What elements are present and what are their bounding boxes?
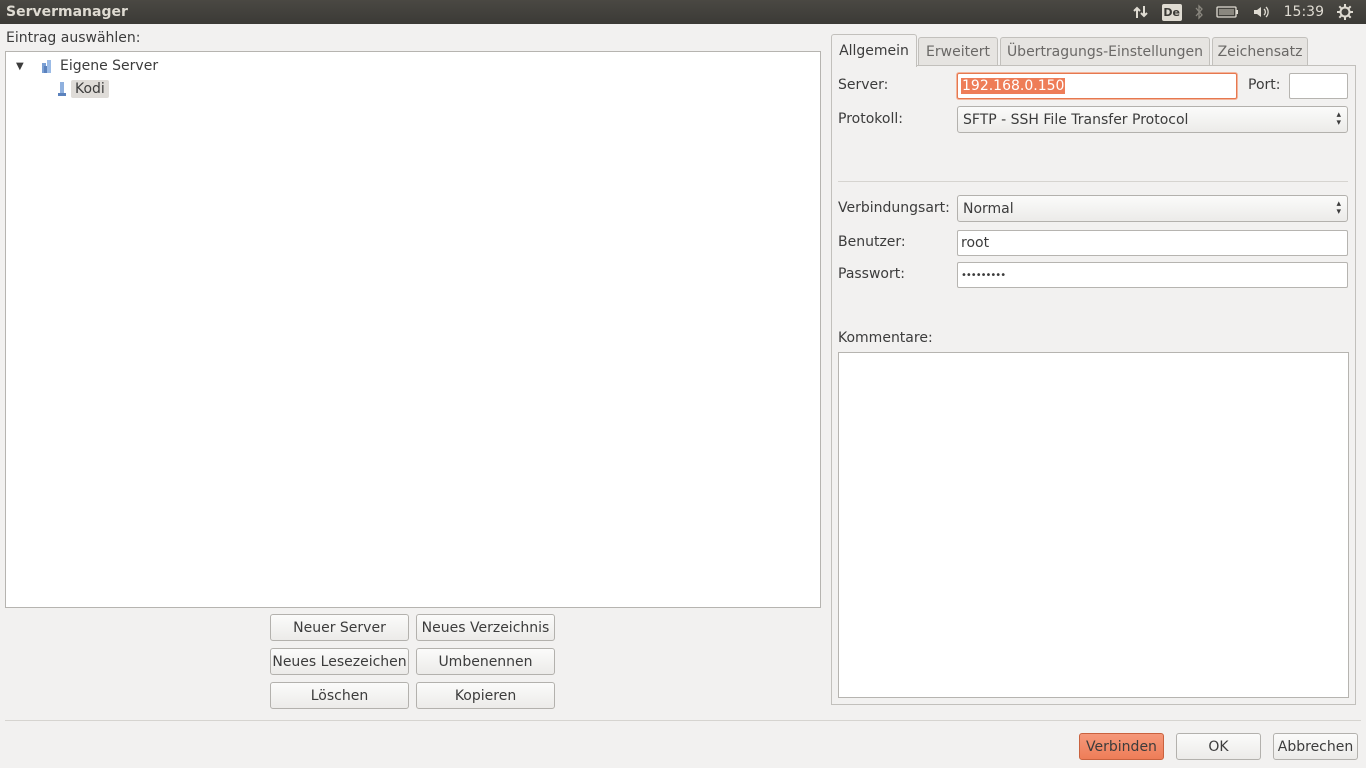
protocol-select[interactable]: SFTP - SSH File Transfer Protocol ▴ ▾ — [957, 106, 1348, 133]
server-group-icon — [42, 60, 51, 73]
password-label: Passwort: — [838, 266, 905, 282]
logon-type-select[interactable]: Normal ▴ ▾ — [957, 195, 1348, 222]
user-value: root — [961, 235, 990, 251]
bluetooth-icon[interactable] — [1194, 4, 1204, 20]
new-bookmark-button[interactable]: Neues Lesezeichen — [270, 648, 409, 675]
ok-button[interactable]: OK — [1176, 733, 1261, 760]
new-server-button[interactable]: Neuer Server — [270, 614, 409, 641]
separator — [838, 181, 1348, 182]
comments-label: Kommentare: — [838, 330, 933, 346]
volume-icon[interactable] — [1252, 4, 1272, 20]
battery-icon[interactable] — [1215, 5, 1240, 19]
server-input[interactable]: 192.168.0.150 — [957, 73, 1237, 99]
network-icon[interactable] — [1132, 4, 1150, 20]
password-value: ••••••••• — [961, 269, 1006, 281]
server-value: 192.168.0.150 — [961, 78, 1066, 94]
connect-button[interactable]: Verbinden — [1079, 733, 1164, 760]
cancel-button[interactable]: Abbrechen — [1273, 733, 1358, 760]
delete-button[interactable]: Löschen — [270, 682, 409, 709]
protocol-label: Protokoll: — [838, 111, 903, 127]
protocol-value: SFTP - SSH File Transfer Protocol — [963, 111, 1189, 128]
copy-button[interactable]: Kopieren — [416, 682, 555, 709]
bottom-separator — [5, 720, 1361, 721]
server-icon — [58, 82, 66, 96]
server-tree[interactable]: ▼ Eigene Server Kodi — [5, 51, 821, 608]
expander-arrow-icon[interactable]: ▼ — [16, 61, 40, 72]
top-panel: Servermanager De 15:39 — [0, 0, 1366, 24]
logon-type-label: Verbindungsart: — [838, 200, 950, 216]
clock[interactable]: 15:39 — [1284, 4, 1324, 20]
select-entry-label: Eintrag auswählen: — [6, 30, 141, 46]
tab-advanced[interactable]: Erweitert — [918, 37, 998, 66]
tree-item-label: Kodi — [71, 80, 109, 98]
tree-item-own-servers[interactable]: ▼ Eigene Server — [16, 56, 158, 76]
system-tray: De 15:39 — [1132, 0, 1366, 24]
rename-button[interactable]: Umbenennen — [416, 648, 555, 675]
tree-item-label: Eigene Server — [60, 58, 159, 74]
tab-general[interactable]: Allgemein — [831, 34, 917, 67]
new-folder-button[interactable]: Neues Verzeichnis — [416, 614, 555, 641]
chevron-updown-icon: ▴ ▾ — [1336, 110, 1341, 128]
server-label: Server: — [838, 77, 889, 93]
logon-type-value: Normal — [963, 200, 1014, 217]
comments-textarea[interactable] — [838, 352, 1349, 698]
tab-charset[interactable]: Zeichensatz — [1212, 37, 1308, 66]
chevron-updown-icon: ▴ ▾ — [1336, 199, 1341, 217]
port-input[interactable] — [1289, 73, 1348, 99]
window-title: Servermanager — [6, 4, 128, 20]
keyboard-layout-indicator[interactable]: De — [1161, 3, 1182, 21]
port-label: Port: — [1248, 77, 1281, 93]
password-input[interactable]: ••••••••• — [957, 262, 1348, 288]
tab-transfer-settings[interactable]: Übertragungs-Einstellungen — [1000, 37, 1210, 66]
gear-icon[interactable] — [1336, 3, 1354, 21]
user-label: Benutzer: — [838, 234, 906, 250]
user-input[interactable]: root — [957, 230, 1348, 256]
tree-item-kodi[interactable]: Kodi — [56, 79, 109, 99]
